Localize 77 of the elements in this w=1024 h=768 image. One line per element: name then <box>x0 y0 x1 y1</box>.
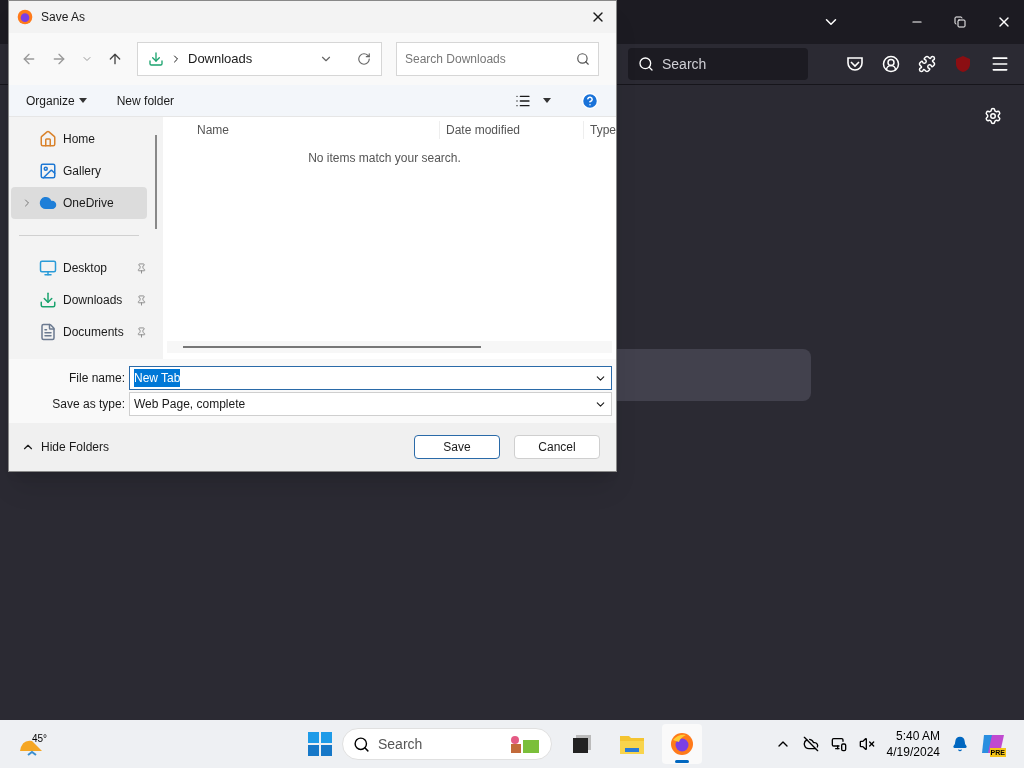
monitor-icon <box>39 259 57 277</box>
dialog-title: Save As <box>41 9 87 26</box>
download-icon <box>39 291 57 309</box>
back-icon[interactable] <box>21 51 37 67</box>
cloud-off-icon[interactable] <box>802 736 819 752</box>
new-folder-button[interactable]: New folder <box>116 91 175 110</box>
search-icon <box>638 56 654 72</box>
refresh-icon[interactable] <box>357 52 371 66</box>
scrollbar-thumb[interactable] <box>155 135 157 229</box>
menu-icon[interactable] <box>990 54 1010 74</box>
hide-folders-button[interactable]: Hide Folders <box>21 438 110 456</box>
download-icon <box>148 51 164 67</box>
caret-icon[interactable] <box>543 98 551 103</box>
restore-icon[interactable] <box>954 16 966 28</box>
type-label: Save as type: <box>51 396 126 413</box>
nav-item[interactable]: Downloads <box>11 284 147 316</box>
bell-icon[interactable] <box>952 736 968 752</box>
help-icon[interactable] <box>581 91 599 110</box>
search-placeholder: Search <box>378 734 424 754</box>
pocket-icon[interactable] <box>846 55 864 73</box>
nav-item[interactable]: Gallery <box>11 155 147 187</box>
pin-icon <box>136 326 147 338</box>
clock-time[interactable]: 5:40 AM <box>895 728 940 744</box>
search-placeholder: Search <box>662 54 707 74</box>
muted-speaker-icon[interactable] <box>858 736 875 752</box>
clock-date[interactable]: 4/19/2024 <box>886 744 940 760</box>
search-placeholder: Search Downloads <box>405 51 507 68</box>
file-name-value: New Tab <box>134 369 181 387</box>
type-value: Web Page, complete <box>134 396 247 413</box>
document-icon <box>39 323 57 341</box>
organize-button[interactable]: Organize <box>26 91 87 110</box>
browser-logo-icon[interactable] <box>670 732 694 756</box>
column-header[interactable]: Date modified <box>439 121 583 139</box>
caret-icon <box>78 98 87 103</box>
nav-label: Desktop <box>63 260 109 277</box>
pin-icon <box>136 262 147 274</box>
nav-item[interactable]: Desktop <box>11 252 147 284</box>
taskbar-search-field[interactable]: Search <box>342 728 552 760</box>
network-icon[interactable] <box>830 736 847 752</box>
window-stack-icon[interactable] <box>571 733 593 755</box>
up-icon[interactable] <box>107 51 123 67</box>
browser-logo-icon <box>17 9 33 25</box>
file-name-field[interactable]: New Tab <box>129 366 612 390</box>
search-icon <box>353 735 370 753</box>
cloud-icon <box>39 194 57 212</box>
gallery-icon <box>39 162 57 180</box>
breadcrumb[interactable]: Downloads <box>188 49 313 69</box>
search-field[interactable]: Search <box>628 48 808 80</box>
empty-message: No items match your search. <box>307 150 462 167</box>
settings-icon[interactable] <box>984 107 1002 125</box>
start-icon[interactable] <box>308 732 332 756</box>
gift-icon <box>509 734 541 754</box>
temperature-text: 45° <box>32 732 48 746</box>
extensions-icon[interactable] <box>918 55 936 73</box>
type-dropdown[interactable]: Web Page, complete <box>129 392 612 416</box>
nav-item[interactable]: OneDrive <box>11 187 147 219</box>
nav-item[interactable]: Documents <box>11 316 147 348</box>
column-header[interactable]: Type <box>583 121 616 139</box>
account-icon[interactable] <box>882 55 900 73</box>
forward-icon[interactable] <box>51 51 67 67</box>
file-name-label: File name: <box>67 370 126 387</box>
dialog-button[interactable]: Cancel <box>514 435 600 459</box>
nav-item[interactable]: Home <box>11 123 147 155</box>
scrollbar-thumb[interactable] <box>183 346 481 348</box>
dialog-button[interactable]: Save <box>414 435 500 459</box>
nav-label: Downloads <box>63 292 124 309</box>
search-field[interactable]: Search Downloads <box>396 42 599 76</box>
nav-label: Home <box>63 131 95 148</box>
nav-label: Gallery <box>63 163 101 180</box>
address-bar[interactable]: Downloads <box>137 42 382 76</box>
home-icon <box>39 130 57 148</box>
folder-icon[interactable] <box>619 733 645 755</box>
nav-label: OneDrive <box>63 195 114 212</box>
nav-label: Documents <box>63 324 125 341</box>
column-header[interactable]: Name <box>163 121 439 139</box>
search-icon <box>576 52 590 66</box>
pin-icon <box>136 294 147 306</box>
